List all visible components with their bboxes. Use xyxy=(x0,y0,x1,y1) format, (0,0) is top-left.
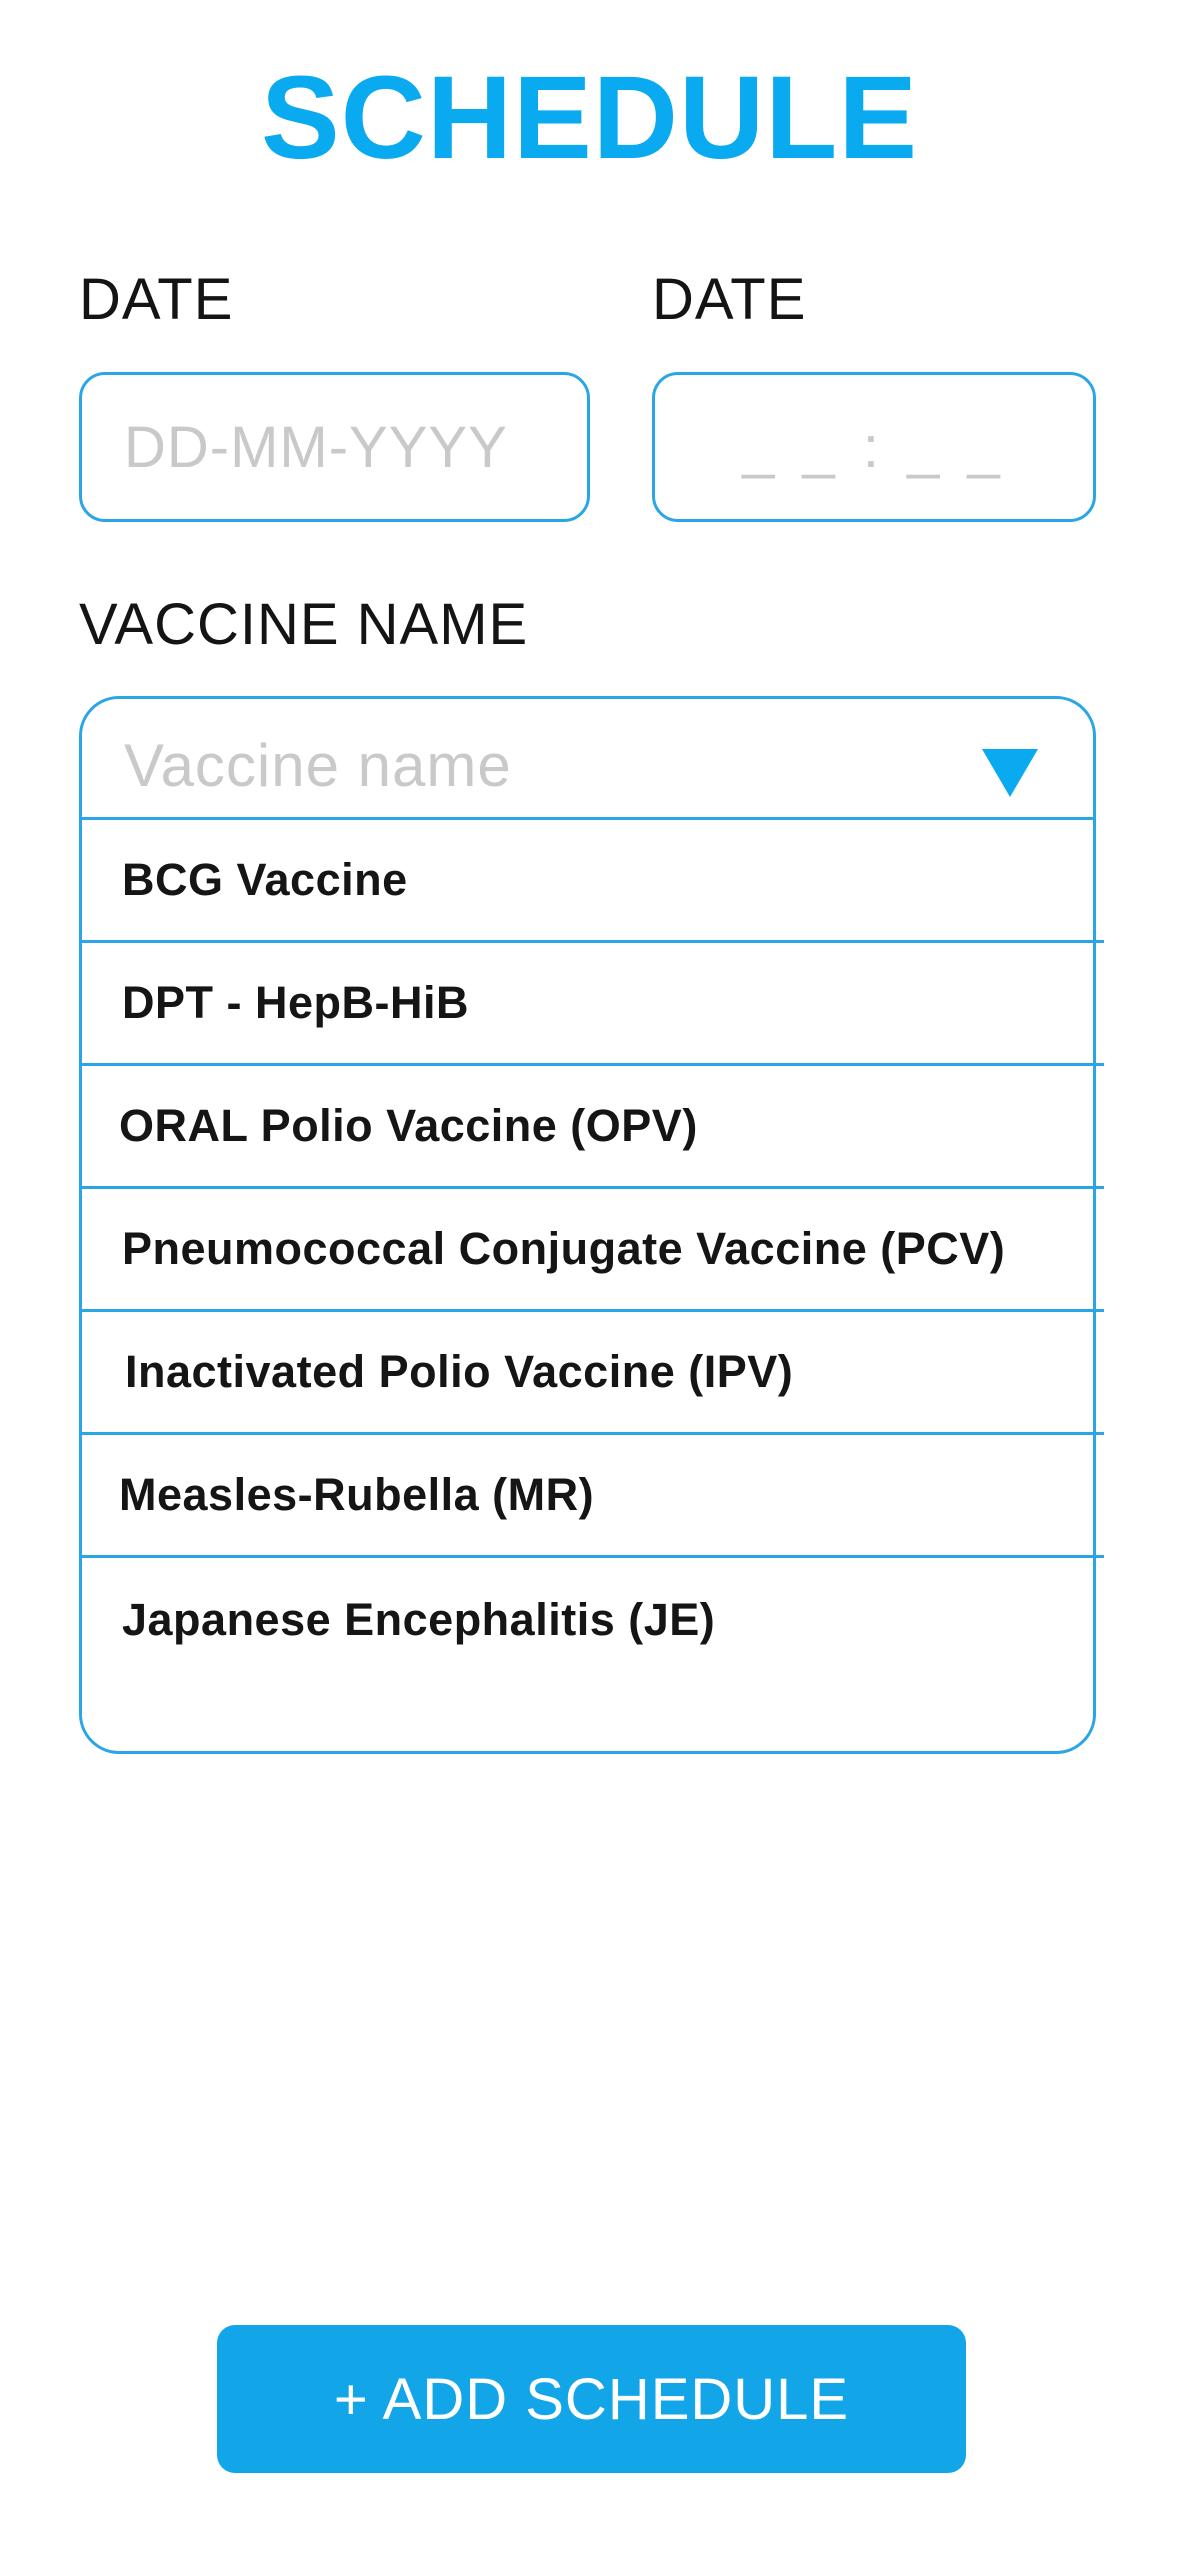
dropdown-option-pcv[interactable]: Pneumococcal Conjugate Vaccine (PCV) xyxy=(82,1189,1104,1312)
triangle-down-icon[interactable] xyxy=(982,749,1038,797)
time-placeholder: _ _ : _ _ xyxy=(742,414,1006,480)
vaccine-name-label: VACCINE NAME xyxy=(79,592,529,657)
time-input[interactable]: _ _ : _ _ xyxy=(652,372,1096,522)
dropdown-option-dpt[interactable]: DPT - HepB-HiB xyxy=(82,943,1104,1066)
dropdown-option-mr[interactable]: Measles-Rubella (MR) xyxy=(82,1435,1104,1558)
vaccine-dropdown: Vaccine name BCG Vaccine DPT - HepB-HiB … xyxy=(79,696,1104,1754)
add-schedule-button[interactable]: + ADD SCHEDULE xyxy=(217,2325,966,2473)
dropdown-option-opv[interactable]: ORAL Polio Vaccine (OPV) xyxy=(82,1066,1104,1189)
date-label: DATE xyxy=(79,267,234,332)
vaccine-select[interactable]: Vaccine name xyxy=(82,699,1093,820)
page-title: SCHEDULE xyxy=(260,52,919,184)
dropdown-option-je[interactable]: Japanese Encephalitis (JE) xyxy=(82,1558,1104,1681)
date-input[interactable]: DD-MM-YYYY xyxy=(79,372,590,522)
vaccine-placeholder: Vaccine name xyxy=(124,731,512,799)
date-placeholder: DD-MM-YYYY xyxy=(124,414,508,480)
dropdown-option-ipv[interactable]: Inactivated Polio Vaccine (IPV) xyxy=(82,1312,1104,1435)
dropdown-option-bcg[interactable]: BCG Vaccine xyxy=(82,820,1104,943)
time-label: DATE xyxy=(652,267,807,332)
